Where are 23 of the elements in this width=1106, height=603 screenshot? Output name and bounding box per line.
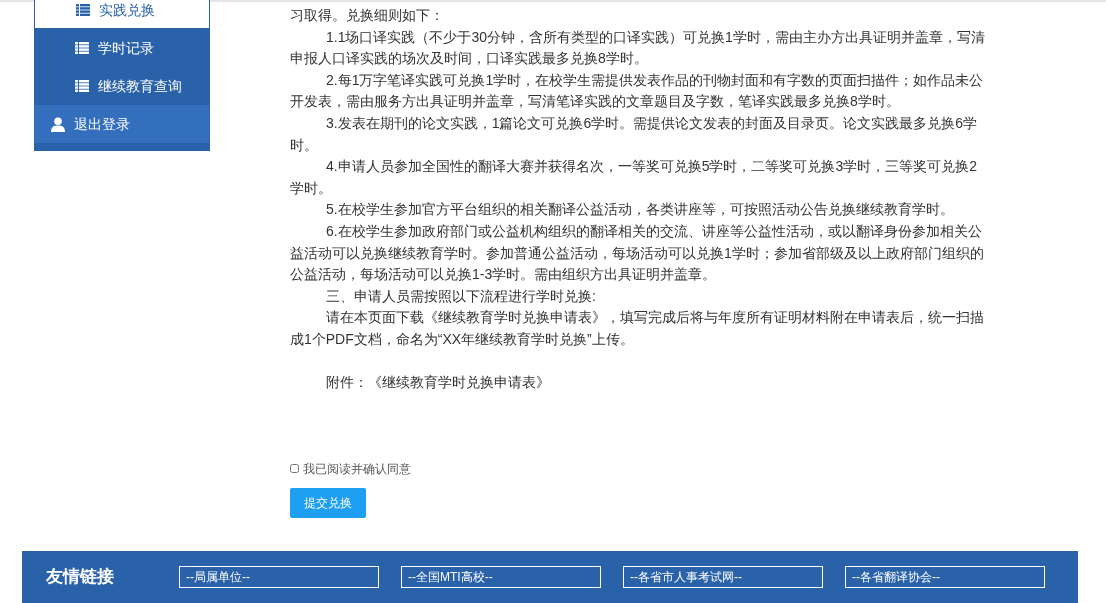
footer-title: 友情链接 (46, 566, 115, 589)
paragraph: 4.申请人员参加全国性的翻译大赛并获得名次，一等奖可兑换5学时，二等奖可兑换3学时，三等奖可兑换2学时。 (290, 157, 979, 198)
paragraph: 1.1场口译实践（不少于30分钟，含所有类型的口译实践）可兑换1学时，需由主办方出具证明并盖章，写清申报人口译实践的场次及时间，口译实践最多兑换8学时。 (290, 27, 986, 69)
list-icon (75, 42, 89, 54)
links-dropdown[interactable]: --各省翻译协会-- (845, 566, 1045, 588)
list-icon (76, 4, 90, 16)
sidebar-item[interactable]: 退出登录 (34, 105, 210, 143)
agree-label: 我已阅读并确认同意 (303, 460, 411, 478)
agree-checkbox[interactable] (290, 464, 299, 474)
user-icon (51, 116, 65, 132)
paragraph: 6.在校学生参加政府部门或公益机构组织的翻译相关的交流、讲座等公益性活动，或以翻译身份参加相关公益活动可以兑换继续教育学时。参加普通公益活动，每场活动可以兑换1学时；参加省部级及以上政府部门组织的公益活动，每场活动可以兑换1-3学时。需由组织方出具证明并盖章。 (290, 221, 985, 285)
links-dropdown[interactable]: --各省市人事考试网-- (623, 566, 823, 588)
links-dropdown[interactable]: --局属单位-- (179, 566, 379, 588)
paragraph: 请在本页面下载《继续教育学时兑换申请表》，填写完成后将与年度所有证明材料附在申请表后，统一扫描成1个PDF文档，命名为“XX年继续教育学时兑换”上传。 (290, 308, 985, 349)
paragraph: 5.在校学生参加官方平台组织的相关翻译公益活动，各类讲座等，可按照活动公告兑换继续教育学时。 (325, 200, 955, 220)
attachment-text: 附件：《继续教育学时兑换申请表》 (325, 373, 551, 393)
paragraph: 3.发表在期刊的论文实践，1篇论文可兑换6学时。需提供论文发表的封面及目录页。论文实践最多兑换6学时。 (290, 113, 979, 155)
paragraph: 三、申请人员需按照以下流程进行学时兑换: (325, 286, 597, 306)
sidebar-item[interactable]: 实践兑换 (34, 0, 210, 29)
paragraph: 2.每1万字笔译实践可兑换1学时，在校学生需提供发表作品的刊物封面和有字数的页面扫描件；如作品未公开发表，需由服务方出具证明并盖章，写清笔译实践的文章题目及字数，笔译实践最多兑换8学时。 (290, 70, 985, 112)
paragraph: 习取得。兑换细则如下： (290, 6, 445, 25)
links-dropdown[interactable]: --全国MTI高校-- (401, 566, 601, 588)
list-icon (75, 80, 89, 92)
